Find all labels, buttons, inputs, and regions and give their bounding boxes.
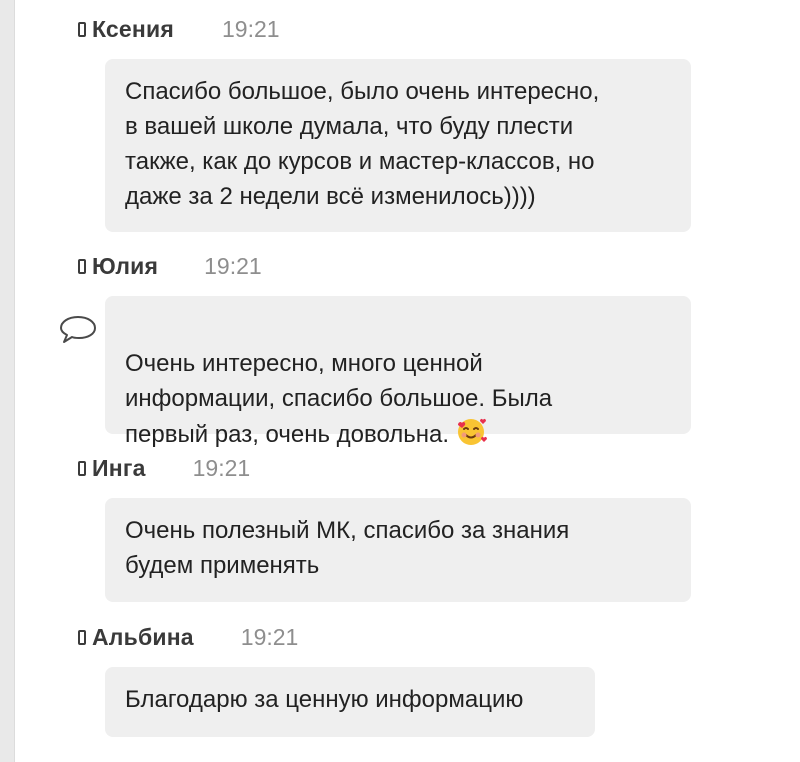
message-text: Очень интересно, много ценной информации… [125,350,553,448]
message-time: 19:21 [240,623,299,650]
author-name[interactable]: Юлия [92,253,158,280]
message-bubble[interactable]: Благодарю за ценную информацию [105,667,595,737]
message-time: 19:21 [192,454,251,481]
smiling-face-with-hearts-emoji [455,416,488,458]
message-bubble[interactable]: Очень интересно, много ценной информации… [105,296,691,448]
message-header: Юлия 19:21 [78,251,262,281]
message-header: Инга 19:21 [78,453,250,483]
message-header: Альбина 19:21 [78,622,298,652]
chat-feed: Ксения 19:21 Спасибо большое, было очень… [0,0,800,762]
message-time: 19:21 [204,252,262,279]
author-name[interactable]: Ксения [92,16,174,43]
message-bubble[interactable]: Спасибо большое, было очень интересно, в… [105,59,691,232]
author-name[interactable]: Альбина [92,624,194,651]
phone-icon [78,259,86,274]
message-time: 19:21 [221,15,280,42]
message-bubble[interactable]: Очень полезный МК, спасибо за знания буд… [105,498,691,602]
phone-icon [78,22,86,37]
author-name[interactable]: Инга [92,455,146,482]
phone-icon [78,630,86,645]
comment-icon[interactable] [58,314,98,344]
message-header: Ксения 19:21 [78,14,280,44]
phone-icon [78,461,86,476]
